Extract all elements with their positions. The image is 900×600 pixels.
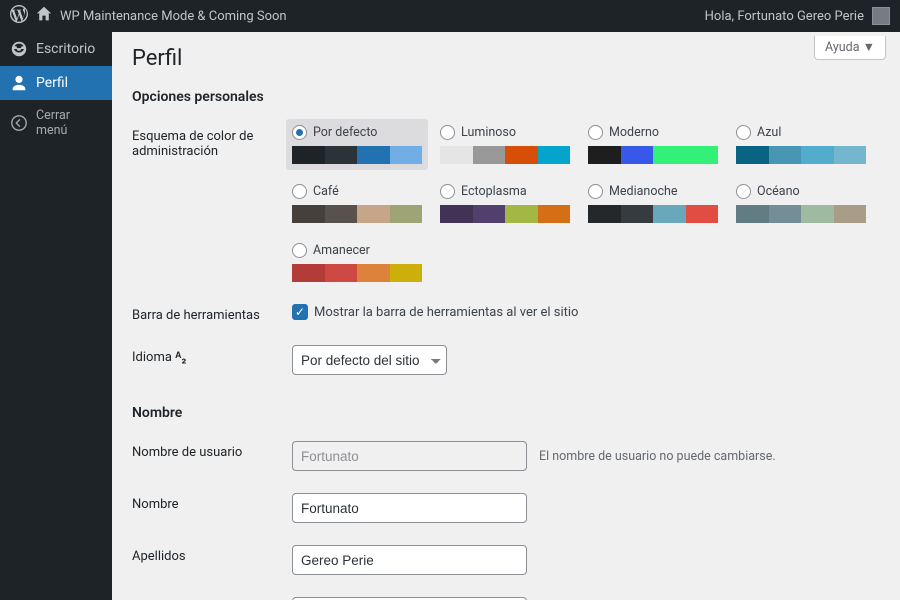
sidebar-item-label: Escritorio (36, 41, 95, 57)
admin-bar: WP Maintenance Mode & Coming Soon Hola, … (0, 0, 900, 32)
color-swatches (292, 146, 422, 164)
sidebar-collapse[interactable]: Cerrar menú (0, 100, 112, 146)
avatar (872, 7, 890, 25)
color-swatches (736, 146, 866, 164)
section-heading-personal: Opciones personales (132, 89, 880, 105)
color-swatches (588, 205, 718, 223)
toolbar-checkbox[interactable] (292, 304, 308, 320)
home-icon[interactable] (36, 6, 52, 26)
scheme-label: Luminoso (461, 125, 516, 140)
collapse-icon (10, 114, 28, 132)
user-icon (10, 74, 28, 92)
scheme-label: Medianoche (609, 184, 678, 199)
radio-icon (292, 184, 307, 199)
color-scheme-option[interactable]: Por defecto (286, 119, 428, 170)
color-scheme-option[interactable]: Ectoplasma (440, 184, 570, 223)
radio-icon (588, 125, 603, 140)
sidebar-item-dashboard[interactable]: Escritorio (0, 32, 112, 66)
radio-icon (736, 125, 751, 140)
scheme-label: Amanecer (313, 243, 370, 258)
username-description: El nombre de usuario no puede cambiarse. (539, 449, 776, 464)
label-username: Nombre de usuario (132, 441, 292, 460)
sidebar-item-label: Cerrar menú (36, 108, 102, 138)
scheme-label: Café (313, 184, 339, 199)
sidebar-item-label: Perfil (36, 75, 68, 91)
page-title: Perfil (132, 46, 880, 71)
wp-logo-icon[interactable] (10, 5, 28, 27)
scheme-label: Ectoplasma (461, 184, 527, 199)
translate-icon: ᴬ₂ (175, 350, 186, 365)
content-area: Ayuda ▼ Perfil Opciones personales Esque… (112, 32, 900, 600)
help-button[interactable]: Ayuda ▼ (814, 36, 886, 60)
greeting-text: Hola, Fortunato Gereo Perie (705, 9, 864, 24)
scheme-label: Moderno (609, 125, 659, 140)
label-firstname: Nombre (132, 493, 292, 512)
radio-icon (292, 243, 307, 258)
color-scheme-option[interactable]: Medianoche (588, 184, 718, 223)
language-select[interactable]: Por defecto del sitio (292, 345, 447, 375)
color-swatches (440, 205, 570, 223)
label-color-scheme: Esquema de color de administración (132, 125, 292, 159)
label-toolbar: Barra de herramientas (132, 304, 292, 323)
color-swatches (292, 205, 422, 223)
color-scheme-option[interactable]: Azul (736, 125, 866, 164)
admin-sidebar: Escritorio Perfil Cerrar menú (0, 32, 112, 600)
color-swatches (292, 264, 422, 282)
lastname-input[interactable] (292, 545, 527, 575)
label-lastname: Apellidos (132, 545, 292, 564)
color-swatches (736, 205, 866, 223)
color-scheme-option[interactable]: Luminoso (440, 125, 570, 164)
username-input (292, 441, 527, 471)
color-swatches (588, 146, 718, 164)
color-scheme-grid: Por defecto Luminoso Moderno Azul Café Ectopl… (292, 125, 880, 282)
toolbar-checkbox-label: Mostrar la barra de herramientas al ver … (314, 305, 578, 320)
section-heading-name: Nombre (132, 405, 880, 421)
scheme-label: Azul (757, 125, 781, 140)
radio-icon (736, 184, 751, 199)
radio-icon (588, 184, 603, 199)
radio-icon (292, 125, 307, 140)
firstname-input[interactable] (292, 493, 527, 523)
color-scheme-option[interactable]: Amanecer (292, 243, 422, 282)
color-scheme-option[interactable]: Café (292, 184, 422, 223)
site-title[interactable]: WP Maintenance Mode & Coming Soon (60, 9, 287, 24)
color-scheme-option[interactable]: Océano (736, 184, 866, 223)
label-language: Idioma ᴬ₂ (132, 345, 292, 365)
scheme-label: Océano (757, 184, 800, 199)
dashboard-icon (10, 40, 28, 58)
color-swatches (440, 146, 570, 164)
sidebar-item-profile[interactable]: Perfil (0, 66, 112, 100)
account-link[interactable]: Hola, Fortunato Gereo Perie (705, 7, 890, 25)
radio-icon (440, 184, 455, 199)
radio-icon (440, 125, 455, 140)
scheme-label: Por defecto (313, 125, 377, 140)
color-scheme-option[interactable]: Moderno (588, 125, 718, 164)
